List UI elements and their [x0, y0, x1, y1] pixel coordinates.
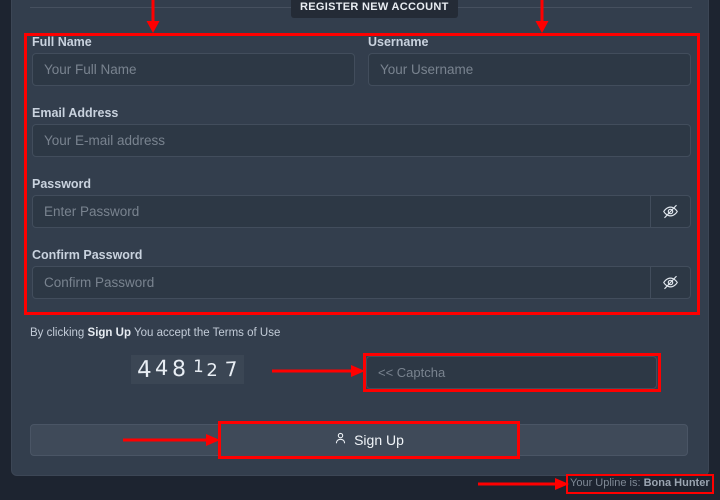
user-icon [334, 431, 347, 450]
sign-up-label: Sign Up [354, 432, 404, 448]
password-field[interactable]: Enter Password [32, 195, 691, 228]
captcha-digit: 2 [206, 359, 218, 381]
username-placeholder: Your Username [380, 62, 474, 77]
email-field[interactable]: Your E-mail address [32, 124, 691, 157]
terms-prefix: By clicking [30, 327, 88, 339]
eye-off-icon[interactable] [650, 196, 690, 227]
sign-up-button[interactable]: Sign Up [221, 424, 517, 456]
upline-prefix: Your Upline is: [570, 477, 644, 489]
captcha-digit: 7 [224, 356, 239, 381]
label-email: Email Address [32, 106, 119, 120]
label-full-name: Full Name [32, 35, 92, 49]
full-name-field[interactable]: Your Full Name [32, 53, 355, 86]
captcha-input-placeholder: << Captcha [378, 365, 446, 380]
label-confirm-password: Confirm Password [32, 248, 143, 262]
captcha-input[interactable]: << Captcha [366, 356, 657, 389]
label-password: Password [32, 177, 92, 191]
upline-text: Your Upline is: Bona Hunter [570, 477, 710, 489]
terms-emphasis: Sign Up [87, 327, 131, 339]
captcha-digit: 1 [192, 356, 204, 378]
register-card: REGISTER NEW ACCOUNT Full Name Your Full… [11, 0, 709, 476]
captcha-digit: 8 [171, 356, 186, 382]
captcha-digit: 4 [154, 355, 169, 381]
terms-text: By clicking Sign Up You accept the Terms… [30, 327, 280, 339]
password-placeholder: Enter Password [44, 204, 140, 219]
username-field[interactable]: Your Username [368, 53, 691, 86]
page-title: REGISTER NEW ACCOUNT [291, 0, 458, 18]
confirm-password-field[interactable]: Confirm Password [32, 266, 691, 299]
annotation-arrow-upline [478, 477, 570, 491]
upline-name: Bona Hunter [643, 477, 710, 489]
captcha-digit: 4 [137, 356, 153, 384]
confirm-password-placeholder: Confirm Password [44, 275, 155, 290]
email-placeholder: Your E-mail address [44, 133, 166, 148]
full-name-placeholder: Your Full Name [44, 62, 137, 77]
label-username: Username [368, 35, 429, 49]
captcha-image[interactable]: 4 4 8 1 2 7 [131, 355, 244, 384]
eye-off-icon-confirm[interactable] [650, 267, 690, 298]
terms-suffix: You accept the Terms of Use [130, 327, 281, 339]
screenshot-root: REGISTER NEW ACCOUNT Full Name Your Full… [0, 0, 720, 500]
